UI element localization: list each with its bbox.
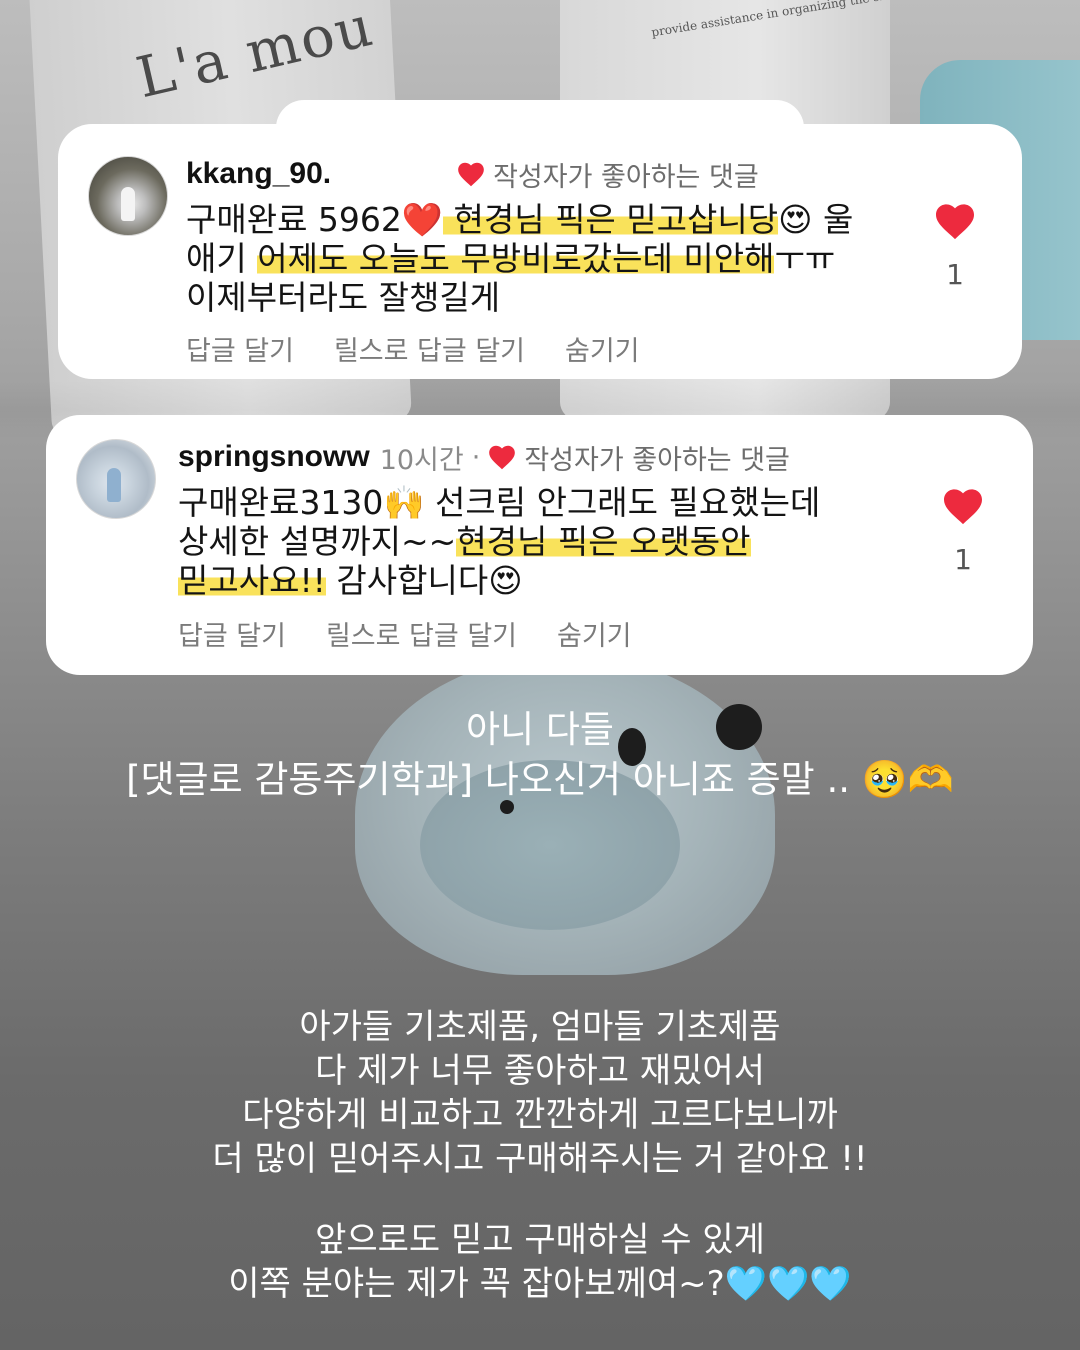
username[interactable]: springsnoww [178, 440, 370, 474]
comment-header: springsnoww 10시간 · 작성자가 좋아하는 댓글 [178, 437, 898, 477]
heart-eyes-emoji: 😍 [488, 561, 523, 600]
avatar[interactable] [88, 156, 168, 236]
light-blue-heart-emoji: 🩵🩵🩵 [724, 1264, 852, 1304]
comment-card: springsnoww 10시간 · 작성자가 좋아하는 댓글 구매완료3130… [46, 415, 1033, 675]
story-caption: 아니 다들 [댓글로 감동주기학과] 나오신거 아니죠 증말 .. 🥹🫶 [126, 708, 954, 801]
reply-button[interactable]: 답글 달기 [178, 614, 286, 653]
hide-button[interactable]: 숨기기 [557, 614, 632, 653]
raising-hands-emoji: 🙌 [383, 483, 425, 522]
like-column: 1 [942, 487, 984, 576]
heart-icon [489, 445, 516, 470]
comment-body: springsnoww 10시간 · 작성자가 좋아하는 댓글 구매완료3130… [178, 437, 898, 653]
separator: · [471, 441, 481, 473]
author-liked-label: 작성자가 좋아하는 댓글 [524, 444, 790, 476]
comment-text: 구매완료3130🙌 선크림 안그래도 필요했는데 상세한 설명까지~~현경님 픽… [178, 483, 821, 600]
comment-actions: 답글 달기 릴스로 답글 달기 숨기기 [178, 614, 898, 653]
reply-button[interactable]: 답글 달기 [186, 329, 294, 368]
heart-eyes-emoji: 😍 [778, 200, 813, 239]
comment-card: kkang_90. 작성자가 좋아하는 댓글 구매완료 5962❤️ 현경님 픽… [58, 124, 1022, 379]
heart-icon[interactable] [934, 202, 976, 240]
comment-body: kkang_90. 작성자가 좋아하는 댓글 구매완료 5962❤️ 현경님 픽… [186, 154, 906, 368]
like-column: 1 [934, 202, 976, 291]
reply-with-reel-button[interactable]: 릴스로 답글 달기 [326, 614, 517, 653]
like-count: 1 [954, 543, 972, 576]
pleading-face-hands-emoji: 🥹🫶 [861, 758, 954, 801]
timestamp: 10시간 [379, 444, 464, 476]
story-caption: 아가들 기초제품, 엄마들 기초제품 다 제가 너무 좋아하고 재밌어서 다양하… [212, 1007, 868, 1179]
story-caption: 앞으로도 믿고 구매하실 수 있게 이쪽 분야는 제가 꼭 잡아보께여~?🩵🩵🩵 [228, 1220, 852, 1304]
comment-text: 구매완료 5962❤️ 현경님 픽은 믿고삽니당😍 울 애기 어제도 오늘도 무… [186, 200, 854, 317]
author-liked-badge: 작성자가 좋아하는 댓글 [488, 438, 790, 477]
author-liked-badge: 작성자가 좋아하는 댓글 [457, 155, 759, 194]
hide-button[interactable]: 숨기기 [565, 329, 640, 368]
highlighted-text: 어제도 오늘도 무방비로갔는데 미안해 [257, 239, 775, 278]
author-liked-label: 작성자가 좋아하는 댓글 [493, 161, 759, 193]
like-count: 1 [946, 258, 964, 291]
reply-with-reel-button[interactable]: 릴스로 답글 달기 [334, 329, 525, 368]
highlighted-text: 현경님 픽은 믿고삽니당 [443, 200, 779, 239]
heart-icon [458, 162, 484, 187]
heart-icon[interactable] [942, 487, 984, 525]
comment-actions: 답글 달기 릴스로 답글 달기 숨기기 [186, 329, 906, 368]
heart-emoji: ❤️ [401, 200, 444, 239]
comment-header: kkang_90. 작성자가 좋아하는 댓글 [186, 154, 906, 194]
avatar[interactable] [76, 439, 156, 519]
username[interactable]: kkang_90. [186, 157, 331, 191]
